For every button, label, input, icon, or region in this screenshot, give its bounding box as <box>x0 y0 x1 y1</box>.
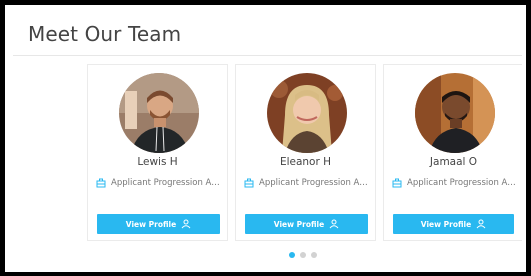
view-profile-button[interactable]: View Profile <box>393 214 514 234</box>
team-card-jamaal: Jamaal O Applicant Progression Advisor V… <box>383 64 522 241</box>
team-card-eleanor: Eleanor H Applicant Progression Advisor … <box>235 64 376 241</box>
briefcase-icon <box>244 178 254 188</box>
section-title: Meet Our Team <box>28 22 182 46</box>
carousel-dot-2[interactable] <box>300 252 306 258</box>
carousel-dot-1[interactable] <box>289 252 295 258</box>
view-profile-label: View Profile <box>125 219 177 229</box>
page: Meet Our Team Lewis H Applicant Progress… <box>0 0 531 276</box>
briefcase-icon <box>392 178 402 188</box>
carousel-pagination <box>289 251 329 259</box>
member-role: Applicant Progression Advisor <box>392 176 520 190</box>
member-name: Eleanor H <box>279 156 332 168</box>
view-profile-label: View Profile <box>420 219 472 229</box>
view-profile-label: View Profile <box>273 219 325 229</box>
frame-border-top <box>0 0 531 5</box>
briefcase-icon <box>96 178 106 188</box>
frame-border-right <box>526 0 531 276</box>
user-icon <box>181 219 191 229</box>
avatar <box>119 73 199 153</box>
member-role-text: Applicant Progression Advisor <box>259 178 371 188</box>
user-icon <box>476 219 486 229</box>
team-card-lewis: Lewis H Applicant Progression Advisor Vi… <box>87 64 228 241</box>
member-name: Jamaal O <box>429 156 478 168</box>
carousel-dot-3[interactable] <box>311 252 317 258</box>
member-role-text: Applicant Progression Advisor <box>111 178 223 188</box>
user-icon <box>329 219 339 229</box>
view-profile-button[interactable]: View Profile <box>97 214 220 234</box>
view-profile-button[interactable]: View Profile <box>245 214 368 234</box>
frame-border-left <box>0 0 5 276</box>
member-role: Applicant Progression Advisor <box>244 176 372 190</box>
avatar <box>415 73 495 153</box>
member-role: Applicant Progression Advisor <box>96 176 224 190</box>
section-header: Meet Our Team <box>13 9 522 56</box>
member-name: Lewis H <box>137 156 178 168</box>
member-role-text: Applicant Progression Advisor <box>407 178 519 188</box>
frame-border-bottom <box>0 272 531 276</box>
avatar <box>267 73 347 153</box>
team-panel: Meet Our Team Lewis H Applicant Progress… <box>13 9 522 268</box>
